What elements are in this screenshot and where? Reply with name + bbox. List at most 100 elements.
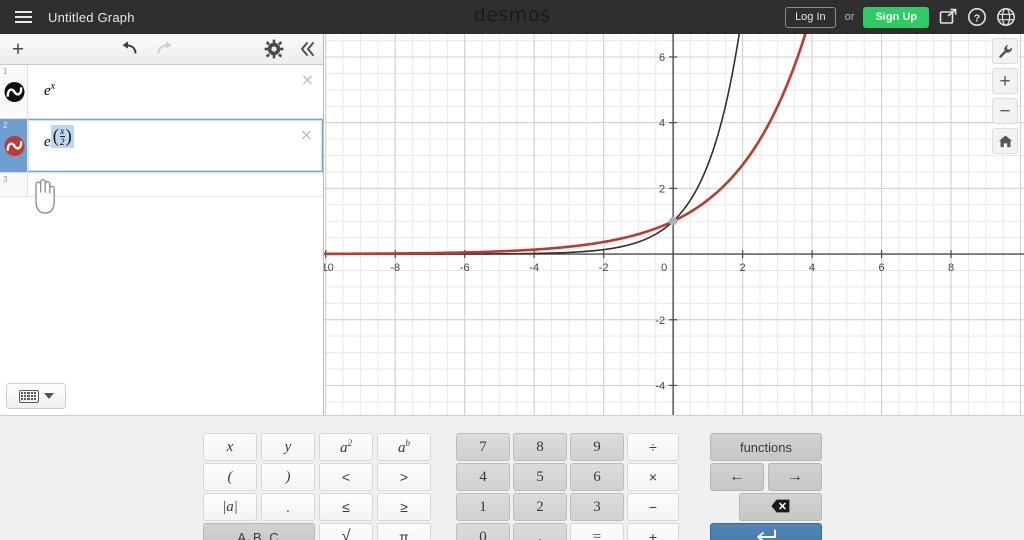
svg-text:6: 6 xyxy=(879,262,885,274)
signup-button[interactable]: Sign Up xyxy=(863,6,929,28)
key-1[interactable]: 1 xyxy=(456,493,510,521)
share-icon[interactable] xyxy=(938,7,958,27)
delete-expression-1-icon[interactable]: × xyxy=(300,72,315,88)
svg-text:2: 2 xyxy=(659,183,665,195)
key-multiply[interactable]: × xyxy=(627,463,679,491)
expression-list: 1 ex × 2 e (x 2) × 3 xyxy=(0,65,323,197)
key-decimal-point[interactable]: . xyxy=(513,523,567,540)
expression-color-icon-red[interactable] xyxy=(4,135,25,156)
wrench-settings-icon[interactable] xyxy=(992,38,1018,64)
zoom-out-label: − xyxy=(999,100,1011,122)
key-absolute-value[interactable]: |a| xyxy=(203,493,257,521)
expression-color-icon-black[interactable] xyxy=(4,81,25,102)
key-divide[interactable]: ÷ xyxy=(627,433,679,461)
key-less-than[interactable]: < xyxy=(319,463,373,491)
graph-plot[interactable]: -10 -8 -6 -4 -2 0 2 4 6 8 6 4 2 -2 -4 xyxy=(324,34,1024,415)
key-abc-toggle[interactable]: A B C xyxy=(203,523,315,540)
expression-panel: + 1 ex × 2 e (x 2) × 3 xyxy=(0,34,324,415)
key-minus[interactable]: − xyxy=(627,493,679,521)
expression-1-exponent: x xyxy=(50,81,56,92)
zoom-out-button[interactable]: − xyxy=(992,98,1018,124)
key-greater-equal[interactable]: ≥ xyxy=(377,493,431,521)
zoom-in-button[interactable]: + xyxy=(992,68,1018,94)
hamburger-menu-icon[interactable] xyxy=(6,0,40,34)
key-paren-open[interactable]: ( xyxy=(203,463,257,491)
row-body-1[interactable]: ex × xyxy=(28,65,323,118)
or-label: or xyxy=(844,11,855,23)
svg-text:8: 8 xyxy=(948,262,954,274)
svg-text:2: 2 xyxy=(740,262,746,274)
paren-close: ) xyxy=(65,125,72,147)
key-y[interactable]: y xyxy=(261,433,315,461)
key-4[interactable]: 4 xyxy=(456,463,510,491)
expression-row-1[interactable]: 1 ex × xyxy=(0,65,323,119)
svg-text:-4: -4 xyxy=(655,380,665,392)
key-equals[interactable]: = xyxy=(570,523,624,540)
fraction-numerator: x xyxy=(60,126,65,136)
expression-row-3[interactable]: 3 xyxy=(0,173,323,197)
login-button[interactable]: Log In xyxy=(785,6,836,28)
svg-text:-8: -8 xyxy=(390,262,400,274)
key-0[interactable]: 0 xyxy=(456,523,510,540)
key-pi[interactable]: π xyxy=(377,523,431,540)
panel-toolbar-right xyxy=(263,34,317,64)
key-9[interactable]: 9 xyxy=(570,433,624,461)
globe-language-icon[interactable] xyxy=(996,7,1016,27)
functions-button[interactable]: functions xyxy=(710,433,822,461)
key-8[interactable]: 8 xyxy=(513,433,567,461)
graph-canvas[interactable]: -10 -8 -6 -4 -2 0 2 4 6 8 6 4 2 -2 -4 + − xyxy=(324,34,1024,415)
expression-row-2[interactable]: 2 e(x 2) × xyxy=(0,119,323,173)
help-question-icon[interactable]: ? xyxy=(967,7,987,27)
row-body-2[interactable]: e(x 2) × xyxy=(28,119,323,172)
key-less-equal[interactable]: ≤ xyxy=(319,493,373,521)
svg-text:4: 4 xyxy=(809,262,815,274)
svg-text:-10: -10 xyxy=(324,262,334,274)
delete-expression-2-icon[interactable]: × xyxy=(299,127,314,143)
key-a-power-b[interactable]: ab xyxy=(377,433,431,461)
key-6[interactable]: 6 xyxy=(570,463,624,491)
undo-redo-group xyxy=(118,34,176,64)
cursor-right-button[interactable]: → xyxy=(768,463,822,491)
zoom-in-label: + xyxy=(999,70,1011,92)
graph-zoom-controls: + − xyxy=(992,38,1018,154)
key-paren-close[interactable]: ) xyxy=(261,463,315,491)
collapse-panel-icon[interactable] xyxy=(295,38,317,60)
svg-text:-2: -2 xyxy=(599,262,609,274)
fraction-denominator: 2 xyxy=(60,137,65,147)
key-5[interactable]: 5 xyxy=(513,463,567,491)
key-x[interactable]: x xyxy=(203,433,257,461)
expression-2-math: e(x 2) xyxy=(44,125,74,157)
backspace-button[interactable] xyxy=(739,493,822,521)
svg-text:6: 6 xyxy=(659,52,665,64)
key-greater-than[interactable]: > xyxy=(377,463,431,491)
top-bar-actions: Log In or Sign Up ? xyxy=(785,0,1016,34)
expression-2-base: e xyxy=(44,134,51,150)
enter-button[interactable] xyxy=(710,523,822,540)
row-gutter-2: 2 xyxy=(0,119,28,172)
key-3[interactable]: 3 xyxy=(570,493,624,521)
desmos-app: Untitled Graph desmos Log In or Sign Up … xyxy=(0,0,1024,540)
key-decimal-point-left[interactable]: . xyxy=(261,493,315,521)
graph-title[interactable]: Untitled Graph xyxy=(48,10,135,25)
row-body-3[interactable] xyxy=(28,173,323,196)
home-reset-icon[interactable] xyxy=(992,128,1018,154)
key-2[interactable]: 2 xyxy=(513,493,567,521)
key-7[interactable]: 7 xyxy=(456,433,510,461)
add-expression-button[interactable]: + xyxy=(0,34,36,64)
backspace-icon xyxy=(771,499,790,516)
keyboard-toggle-button[interactable] xyxy=(6,383,66,409)
cursor-left-button[interactable]: ← xyxy=(710,463,764,491)
key-plus[interactable]: + xyxy=(627,523,679,540)
expression-1-base: e xyxy=(44,83,51,99)
math-keypad: x y a2 ab ( ) < > |a| . ≤ ≥ A B C √ π 7 … xyxy=(0,415,1024,540)
key-a-squared[interactable]: a2 xyxy=(319,433,373,461)
tick-labels: -10 -8 -6 -4 -2 0 2 4 6 8 6 4 2 -2 -4 xyxy=(324,52,954,392)
row-number-3: 3 xyxy=(3,175,8,184)
key-square-root[interactable]: √ xyxy=(319,523,373,540)
row-number-2: 2 xyxy=(3,121,8,130)
undo-arrow-icon[interactable] xyxy=(118,38,140,60)
key-a-power-b-label: ab xyxy=(398,437,410,456)
gear-settings-icon[interactable] xyxy=(263,38,285,60)
row-gutter-3: 3 xyxy=(0,173,28,196)
redo-arrow-icon[interactable] xyxy=(154,38,176,60)
